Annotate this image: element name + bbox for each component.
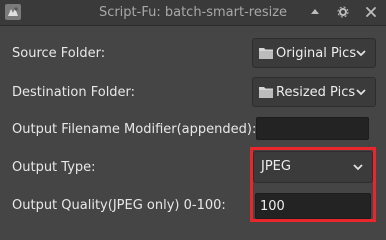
destination-folder-button[interactable]: Resized Pics [252, 77, 376, 107]
folder-icon [259, 48, 273, 59]
close-icon[interactable] [364, 5, 378, 19]
source-folder-label: Source Folder: [12, 46, 106, 61]
title-bar[interactable]: Script-Fu: batch-smart-resize [0, 0, 386, 26]
output-type-dropdown[interactable]: JPEG [253, 151, 373, 183]
filename-modifier-input[interactable] [256, 117, 369, 140]
output-type-label: Output Type: [12, 160, 96, 175]
output-type-value: JPEG [261, 159, 291, 174]
folder-icon [259, 87, 273, 98]
chevron-down-icon [356, 89, 366, 96]
chevron-down-icon [353, 164, 363, 171]
source-folder-button[interactable]: Original Pics [252, 38, 376, 68]
destination-folder-label: Destination Folder: [12, 85, 136, 100]
source-folder-value: Original Pics [276, 45, 357, 61]
window-title: Script-Fu: batch-smart-resize [98, 5, 288, 20]
destination-folder-value: Resized Pics [276, 84, 356, 100]
chevron-down-icon [356, 50, 366, 57]
maximize-icon[interactable] [308, 5, 322, 19]
output-quality-input[interactable]: 100 [255, 193, 371, 219]
filename-modifier-label: Output Filename Modifier(appended): [12, 122, 257, 137]
output-quality-label: Output Quality(JPEG only) 0-100: [12, 198, 226, 213]
gear-icon[interactable] [336, 5, 350, 19]
